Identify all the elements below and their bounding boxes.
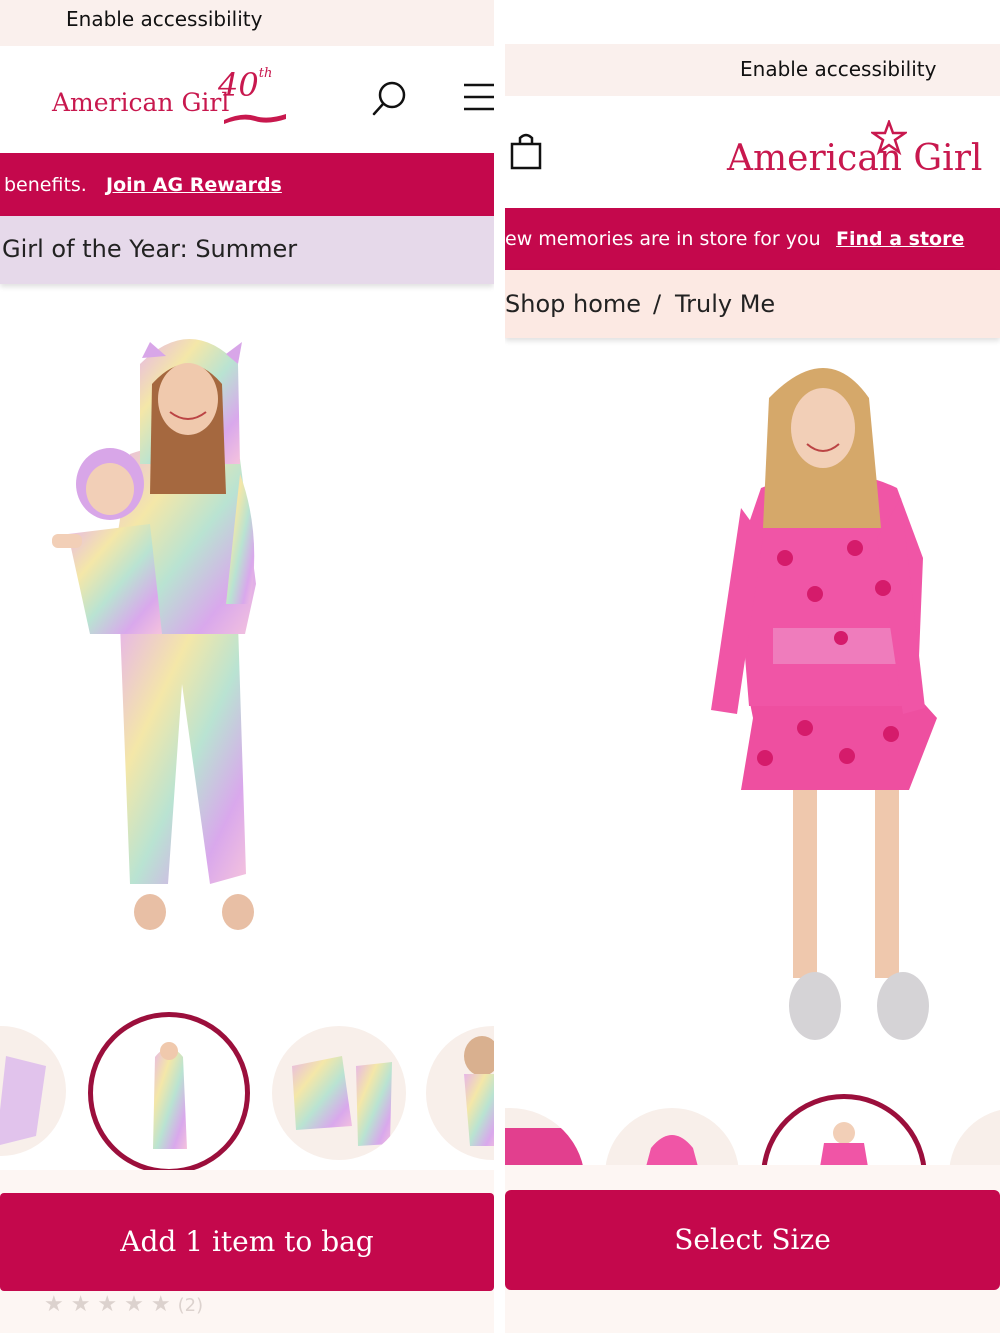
promo-text: ew memories are in store for you: [505, 228, 821, 250]
left-screen: Enable accessibility American Girl 40th …: [0, 0, 494, 1333]
thumbnail-4[interactable]: [426, 1026, 494, 1160]
thumbnail-carousel: [0, 1004, 494, 1194]
right-screen: Enable accessibility American Girl ew me…: [505, 0, 1000, 1333]
accessibility-bar[interactable]: Enable accessibility: [0, 0, 494, 46]
anniversary-number: 40: [218, 66, 259, 104]
site-header: American Girl: [505, 96, 1000, 208]
logo-star-icon: [871, 120, 907, 156]
american-girl-logo[interactable]: American Girl: [52, 88, 229, 117]
product-image[interactable]: [505, 338, 1000, 1088]
breadcrumb-home-link[interactable]: Shop home: [505, 290, 641, 318]
thumbnail-carousel: [505, 1088, 1000, 1260]
product-image[interactable]: [0, 284, 494, 1004]
promo-text: benefits.: [4, 174, 87, 196]
search-icon[interactable]: [370, 78, 410, 118]
menu-icon[interactable]: [462, 82, 494, 112]
breadcrumb-separator: /: [653, 290, 662, 318]
status-spacer: [505, 0, 1000, 44]
find-store-link[interactable]: Find a store: [836, 228, 964, 250]
star-icon: ★ ★ ★ ★ ★: [44, 1292, 171, 1317]
panel-divider: [494, 0, 505, 1333]
breadcrumb: Girl of the Year: Summer: [0, 216, 494, 284]
breadcrumb: Shop home / Truly Me: [505, 270, 1000, 338]
thumbnail-2-selected[interactable]: [88, 1012, 250, 1174]
promo-banner: benefits. Join AG Rewards: [0, 153, 494, 216]
accessibility-link[interactable]: Enable accessibility: [740, 57, 936, 81]
logo-text: American Girl: [727, 138, 983, 179]
anniversary-logo: 40th: [218, 66, 272, 104]
thumbnail-3[interactable]: [272, 1026, 406, 1160]
anniversary-ribbon-icon: [224, 114, 286, 124]
select-size-button[interactable]: Select Size: [505, 1190, 1000, 1290]
accessibility-link[interactable]: Enable accessibility: [66, 7, 262, 31]
breadcrumb-current[interactable]: Girl of the Year: Summer: [2, 235, 297, 263]
bag-icon[interactable]: [509, 132, 545, 172]
accessibility-bar[interactable]: Enable accessibility: [505, 44, 1000, 96]
logo-text: American Girl: [52, 88, 230, 117]
rating-stars: ★ ★ ★ ★ ★ (2): [44, 1292, 203, 1318]
breadcrumb-current: Truly Me: [675, 290, 776, 318]
site-header: American Girl 40th: [0, 46, 494, 153]
american-girl-logo[interactable]: American Girl: [727, 138, 982, 179]
join-rewards-link[interactable]: Join AG Rewards: [106, 174, 282, 196]
thumbnail-1[interactable]: [0, 1026, 66, 1156]
add-to-bag-button[interactable]: Add 1 item to bag: [0, 1193, 494, 1291]
rating-count: (2): [177, 1295, 204, 1316]
promo-banner: ew memories are in store for you Find a …: [505, 208, 1000, 270]
anniversary-suffix: th: [258, 66, 273, 81]
